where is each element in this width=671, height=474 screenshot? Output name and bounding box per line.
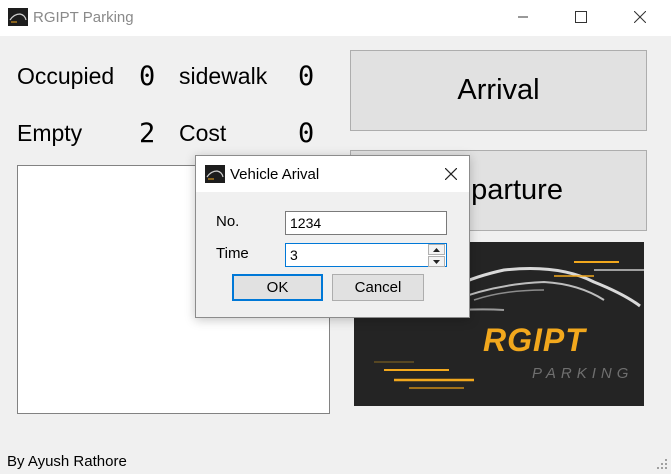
dialog-close-button[interactable] (433, 156, 469, 192)
author-credit: By Ayush Rathore (7, 453, 127, 470)
parking-app-icon (8, 8, 28, 26)
resize-grip-icon[interactable] (656, 458, 668, 470)
maximize-icon (575, 11, 587, 23)
window-title: RGIPT Parking (33, 9, 134, 26)
dialog-title-bar: Vehicle Arival (196, 156, 469, 192)
vehicle-number-input[interactable] (285, 211, 447, 235)
cancel-button[interactable]: Cancel (332, 274, 424, 301)
cost-label: Cost (179, 120, 227, 146)
sidewalk-value: 0 (298, 61, 315, 92)
minimize-button[interactable] (500, 0, 546, 34)
maximize-button[interactable] (558, 0, 604, 34)
occupied-label: Occupied (17, 63, 115, 89)
dialog-title: Vehicle Arival (230, 166, 320, 183)
minimize-icon (518, 16, 528, 18)
time-stepper[interactable] (428, 244, 446, 268)
cost-value: 0 (298, 118, 315, 149)
ok-button[interactable]: OK (232, 274, 323, 301)
arrival-button[interactable]: Arrival (350, 50, 647, 131)
vehicle-arrival-dialog: Vehicle Arival No. Time OK Cancel (195, 155, 470, 318)
chevron-up-icon (433, 247, 440, 252)
time-label: Time (216, 245, 249, 262)
close-icon (634, 11, 646, 23)
empty-label: Empty (17, 120, 83, 146)
occupied-value: 0 (139, 61, 156, 92)
close-button[interactable] (617, 0, 663, 34)
stepper-up-button[interactable] (428, 244, 445, 255)
logo-title: RGIPT (483, 322, 586, 358)
time-spinbox[interactable] (285, 243, 447, 267)
stepper-down-button[interactable] (428, 256, 445, 267)
sidewalk-label: sidewalk (179, 63, 268, 89)
chevron-down-icon (433, 259, 440, 264)
title-bar: RGIPT Parking (0, 0, 671, 36)
close-icon (445, 168, 457, 180)
parking-app-icon (205, 165, 225, 183)
empty-value: 2 (139, 118, 156, 149)
logo-subtitle: PARKING (532, 365, 634, 382)
vehicle-number-label: No. (216, 213, 240, 230)
